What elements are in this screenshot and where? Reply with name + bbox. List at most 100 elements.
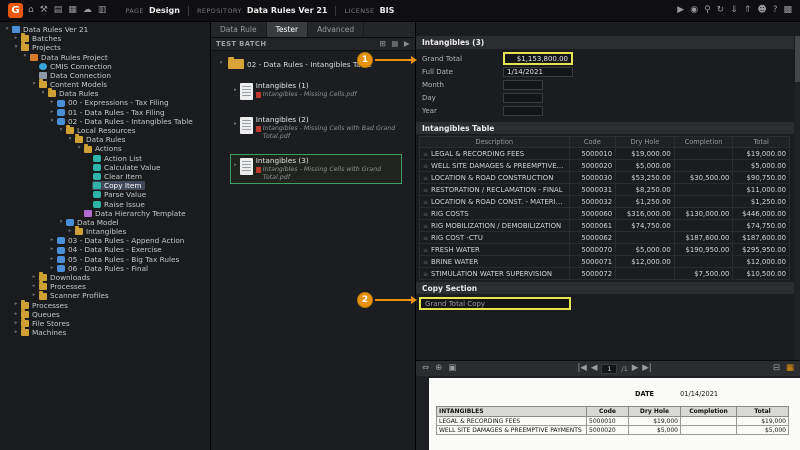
tree-item-processes[interactable]: ▸ Processes	[0, 299, 210, 310]
cell-completion[interactable]: $30,500.00	[673, 171, 734, 184]
cell-total[interactable]: $74,750.00	[732, 219, 790, 232]
next-page-icon[interactable]: ▶	[632, 364, 639, 373]
expander-icon[interactable]: ▸	[234, 87, 237, 93]
thumbnails-icon[interactable]: ▦	[786, 364, 794, 373]
tree-item-data-rules[interactable]: ▾ Data Rules	[0, 88, 210, 98]
expander-icon[interactable]: ▾	[66, 137, 74, 143]
cell-code[interactable]: 5000071	[568, 255, 617, 268]
document-item-intangibles-3[interactable]: ▸ Intangibles (3) Intangibles - Missing Ce…	[230, 153, 402, 185]
expander-icon[interactable]: ▾	[12, 45, 20, 51]
table-row[interactable]: ≡ RIG COSTS 5000060 $316,000.00 $130,000.00 $…	[419, 207, 790, 220]
expander-icon[interactable]: ▸	[234, 121, 237, 127]
table-row[interactable]: ≡ STIMULATION WATER SUPERVISION 5000072 $7,…	[419, 267, 790, 280]
expander-icon[interactable]: ▾	[57, 219, 65, 226]
tab-tester[interactable]: Tester	[266, 22, 309, 37]
expander-icon[interactable]: ▾	[3, 26, 11, 33]
cell-completion[interactable]: $190,950.00	[673, 243, 734, 256]
tree-item-06-data-rules-final[interactable]: ▸ 06 - Data Rules - Final	[0, 264, 210, 273]
table-row[interactable]: ≡ BRINE WATER 5000071 $12,000.00 $12,000.00	[419, 255, 790, 268]
cell-code[interactable]: 5000070	[568, 243, 617, 256]
tree-item-04-data-rules-exercise[interactable]: ▸ 04 - Data Rules - Exercise	[0, 246, 210, 255]
cell-total[interactable]: $90,750.00	[732, 171, 790, 184]
cell-completion[interactable]	[673, 255, 734, 268]
cell-dry-hole[interactable]: $8,250.00	[615, 183, 675, 196]
zoom-icon[interactable]: ⊕	[435, 364, 442, 373]
tree-item-data-hierarchy-template[interactable]: Data Hierarchy Template	[0, 209, 210, 218]
tree-item-intangibles[interactable]: ▸ Intangibles	[0, 226, 210, 236]
tree-item-local-resources[interactable]: ▾ Local Resources	[0, 125, 210, 135]
cloud-icon[interactable]: ☁	[83, 6, 92, 15]
cell-completion[interactable]: $7,500.00	[673, 267, 734, 280]
cell-total[interactable]: $5,000.00	[732, 159, 790, 172]
tree-item-data-rules-ver-21[interactable]: ▾ Data Rules Ver 21	[0, 25, 210, 34]
cell-code[interactable]: 5000060	[568, 207, 617, 220]
cell-dry-hole[interactable]: $316,000.00	[615, 207, 675, 220]
table-row[interactable]: ≡ FRESH WATER 5000070 $5,000.00 $190,950.00 $…	[419, 243, 790, 256]
field-value-full-date[interactable]: 1/14/2021	[503, 66, 573, 77]
cell-code[interactable]: 5000032	[568, 195, 617, 208]
expander-icon[interactable]: ▾	[21, 54, 29, 60]
cell-code[interactable]: 5000072	[568, 267, 617, 280]
app-logo[interactable]: G	[8, 3, 23, 18]
cell-code[interactable]: 5000062	[568, 231, 617, 244]
collapse-panel-icon[interactable]: ▶	[404, 40, 410, 48]
expander-icon[interactable]: ▸	[48, 247, 56, 253]
record-icon[interactable]: ◉	[690, 6, 698, 15]
table-row[interactable]: ≡ RESTORATION / RECLAMATION - FINAL 500003…	[419, 183, 790, 196]
tree-item-queues[interactable]: ▸ Queues	[0, 308, 210, 319]
first-page-icon[interactable]: |◀	[577, 364, 586, 373]
cell-completion[interactable]: $130,000.00	[673, 207, 734, 220]
tree-item-file-stores[interactable]: ▸ File Stores	[0, 318, 210, 328]
scrollbar-thumb[interactable]	[795, 36, 800, 82]
tree-item-content-models[interactable]: ▾ Content Models	[0, 79, 210, 89]
user-icon[interactable]: ☻	[757, 6, 766, 15]
previous-page-icon[interactable]: ◀	[591, 364, 598, 373]
cell-dry-hole[interactable]: $74,750.00	[615, 219, 675, 232]
cell-dry-hole[interactable]	[615, 231, 675, 244]
expander-icon[interactable]: ▸	[30, 274, 38, 281]
cell-completion[interactable]: $187,600.00	[673, 231, 734, 244]
expander-icon[interactable]: ▸	[12, 330, 20, 336]
inspector-scrollbar[interactable]	[795, 36, 800, 360]
tree-item-data-model[interactable]: ▾ Data Model	[0, 218, 210, 227]
cell-total[interactable]: $19,000.00	[732, 147, 790, 160]
expander-icon[interactable]: ▸	[48, 265, 56, 272]
field-value-day[interactable]	[503, 92, 543, 103]
expander-icon[interactable]: ▸	[12, 36, 20, 42]
home-icon[interactable]: ⌂	[28, 6, 34, 15]
cell-dry-hole[interactable]	[615, 267, 675, 280]
tree-item-data-rules-project[interactable]: ▾ Data Rules Project	[0, 53, 210, 62]
cell-completion[interactable]	[673, 147, 734, 160]
expander-icon[interactable]: ▾	[57, 127, 65, 134]
tree-item-actions[interactable]: ▾ Actions	[0, 143, 210, 153]
cell-completion[interactable]	[673, 159, 734, 172]
field-value-year[interactable]	[503, 105, 543, 116]
expander-icon[interactable]: ▾	[39, 91, 47, 97]
repository-value[interactable]: Data Rules Ver 21	[247, 6, 328, 15]
cell-total[interactable]: $446,000.00	[732, 207, 790, 220]
tree-item-03-data-rules-append-action[interactable]: ▸ 03 - Data Rules - Append Action	[0, 236, 210, 245]
cell-code[interactable]: 5000010	[568, 147, 617, 160]
cell-code[interactable]: 5000030	[568, 171, 617, 184]
tools-icon[interactable]: ⚒	[40, 6, 48, 15]
expander-icon[interactable]: ▸	[48, 238, 56, 244]
field-value-month[interactable]	[503, 79, 543, 90]
tab-advanced[interactable]: Advanced	[308, 22, 365, 37]
cell-completion[interactable]	[673, 219, 734, 232]
tree-item-downloads[interactable]: ▸ Downloads	[0, 272, 210, 282]
tree-item-action-list[interactable]: Action List	[0, 154, 210, 163]
expander-icon[interactable]: ▸	[48, 100, 56, 106]
expander-icon[interactable]: ▸	[234, 162, 237, 168]
expander-icon[interactable]: ▾	[30, 81, 38, 88]
expander-icon[interactable]: ▸	[12, 302, 20, 308]
expander-icon[interactable]: ▸	[12, 311, 20, 318]
tree-item-batches[interactable]: ▸ Batches	[0, 33, 210, 43]
tree-item-data-rules[interactable]: ▾ Data Rules	[0, 134, 210, 144]
cell-code[interactable]: 5000061	[568, 219, 617, 232]
table-row[interactable]: ≡ LEGAL & RECORDING FEES 5000010 $19,000.00…	[419, 147, 790, 160]
cell-code[interactable]: 5000020	[568, 159, 617, 172]
cell-dry-hole[interactable]: $5,000.00	[615, 159, 675, 172]
upload-icon[interactable]: ⇑	[744, 6, 752, 15]
save-icon[interactable]: ▤	[54, 6, 63, 15]
tree-item-calculate-value[interactable]: Calculate Value	[0, 163, 210, 172]
